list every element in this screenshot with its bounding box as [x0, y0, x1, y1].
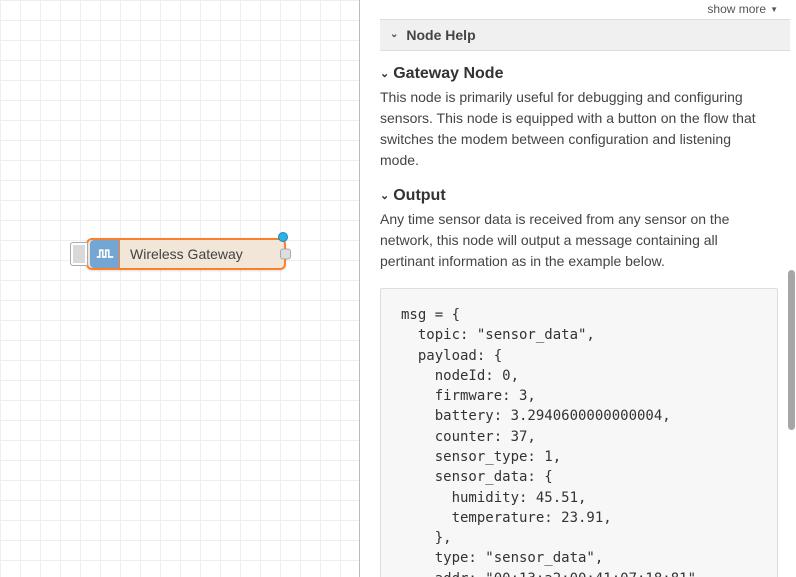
subheading-label: Output — [393, 187, 445, 205]
chevron-down-icon: ⌄ — [380, 189, 389, 202]
output-description: Any time sensor data is received from an… — [380, 209, 786, 272]
node-status-dot — [278, 232, 288, 242]
pulse-icon — [90, 240, 120, 268]
subheading-output[interactable]: ⌄ Output — [380, 187, 786, 205]
chevron-down-icon: ⌄ — [390, 29, 398, 40]
canvas-grid — [0, 0, 359, 577]
help-section-title: Node Help — [406, 27, 475, 43]
subheading-gateway-node[interactable]: ⌄ Gateway Node — [380, 65, 786, 83]
node-label: Wireless Gateway — [120, 246, 243, 262]
help-body: ⌄ Gateway Node This node is primarily us… — [380, 51, 796, 577]
chevron-down-icon: ⌄ — [380, 67, 389, 80]
help-sidebar: show more ▼ ⌄ Node Help ⌄ Gateway Node T… — [360, 0, 796, 577]
subheading-label: Gateway Node — [393, 65, 503, 83]
show-more-label: show more — [707, 2, 766, 16]
flow-canvas[interactable]: Wireless Gateway — [0, 0, 360, 577]
sidebar-scrollbar-thumb[interactable] — [788, 270, 795, 430]
triangle-down-icon: ▼ — [770, 5, 778, 14]
node-mode-button[interactable] — [70, 242, 88, 266]
gateway-node-description: This node is primarily useful for debugg… — [380, 87, 786, 171]
node-wireless-gateway[interactable]: Wireless Gateway — [86, 238, 286, 270]
canvas-scrollbar[interactable] — [351, 0, 357, 577]
node-output-port[interactable] — [280, 249, 291, 260]
show-more-link[interactable]: show more ▼ — [380, 0, 796, 19]
help-section-header[interactable]: ⌄ Node Help — [380, 19, 790, 51]
example-code-block: msg = { topic: "sensor_data", payload: {… — [380, 288, 778, 577]
